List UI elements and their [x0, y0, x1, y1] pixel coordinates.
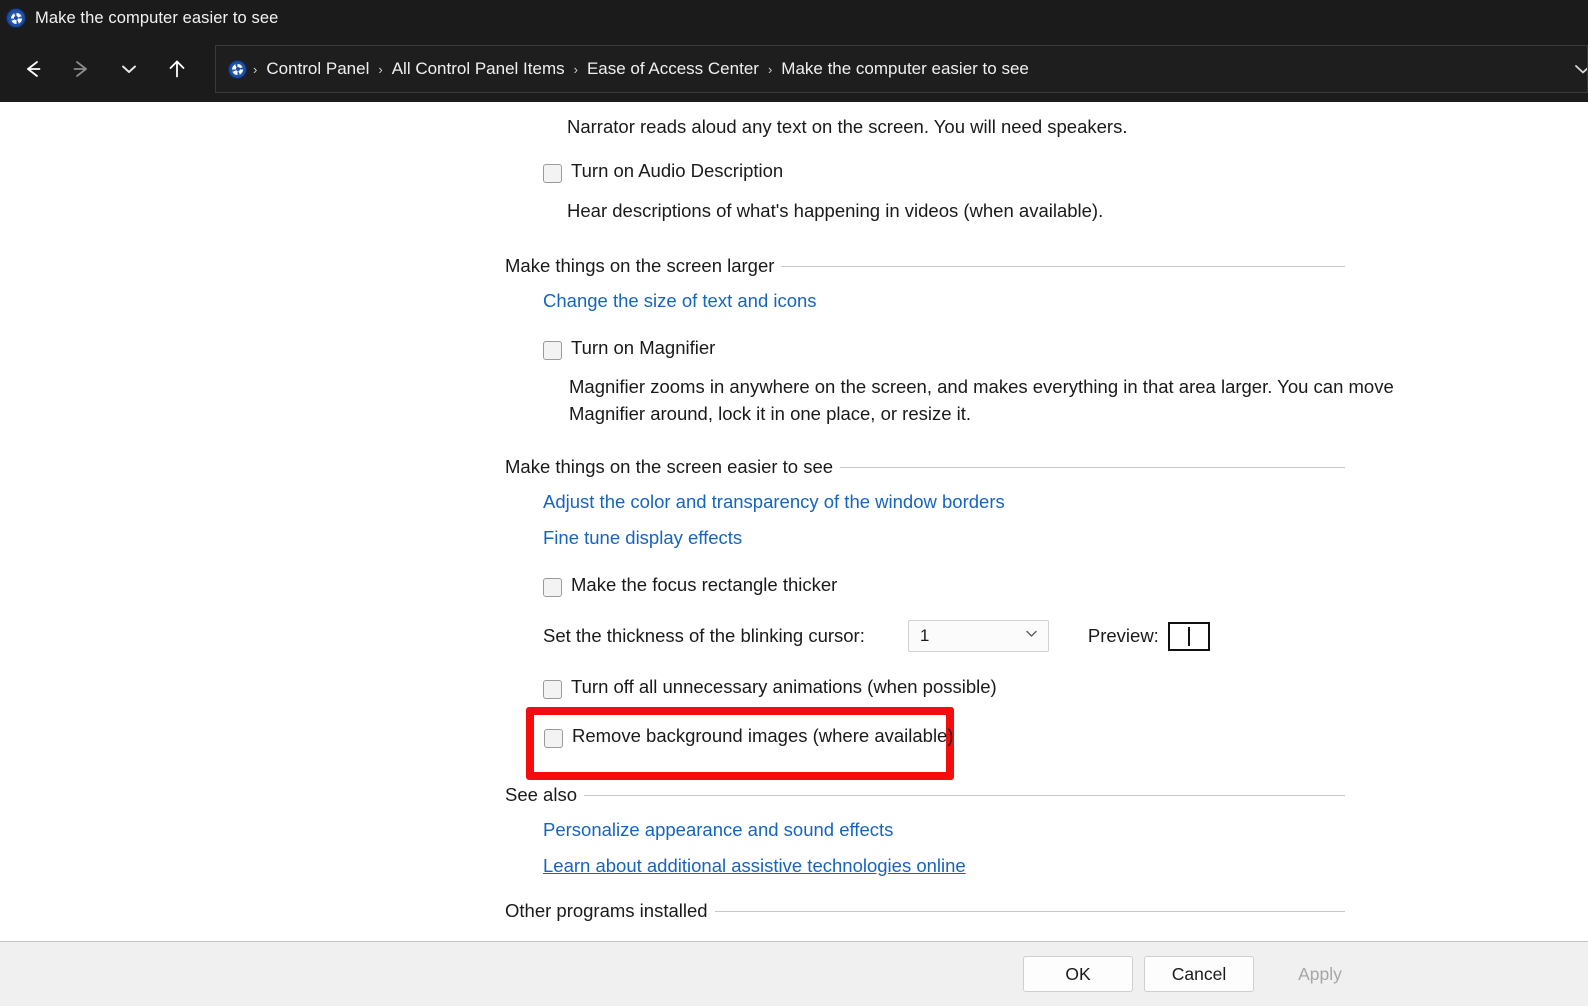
navigation-bar: › Control Panel › All Control Panel Item…	[0, 36, 1588, 102]
turn-off-animations-checkbox[interactable]	[543, 680, 562, 699]
dialog-footer: OK Cancel Apply	[0, 941, 1588, 1006]
breadcrumb-separator-1: ›	[378, 61, 383, 77]
breadcrumb-item-ease-of-access-center[interactable]: Ease of Access Center	[582, 57, 764, 81]
audio-description-checkbox-row[interactable]: Turn on Audio Description	[543, 160, 783, 183]
focus-rectangle-checkbox-row[interactable]: Make the focus rectangle thicker	[543, 574, 837, 597]
breadcrumb-item-control-panel[interactable]: Control Panel	[261, 57, 374, 81]
group-header-see-also: See also	[505, 784, 1345, 806]
breadcrumb-separator-2: ›	[573, 61, 578, 77]
link-personalize-appearance-and-sound[interactable]: Personalize appearance and sound effects	[543, 819, 893, 841]
magnifier-help-line-1: Magnifier zooms in anywhere on the scree…	[569, 376, 1394, 397]
chevron-down-icon	[1024, 626, 1039, 646]
remove-background-images-label: Remove background images (where availabl…	[572, 725, 954, 746]
cursor-thickness-row: Set the thickness of the blinking cursor…	[543, 620, 1210, 652]
link-change-size-of-text-and-icons[interactable]: Change the size of text and icons	[543, 290, 817, 312]
cursor-thickness-label: Set the thickness of the blinking cursor…	[543, 625, 865, 646]
breadcrumb-separator-3: ›	[767, 61, 773, 77]
group-header-label: Make things on the screen easier to see	[505, 456, 834, 477]
settings-content-panel: Narrator reads aloud any text on the scr…	[0, 102, 1588, 941]
group-header-rule	[840, 466, 1345, 468]
breadcrumb-ease-of-access-icon[interactable]	[228, 59, 247, 79]
cursor-caret	[1188, 626, 1190, 646]
magnifier-help-line-2: Magnifier around, lock it in one place, …	[569, 403, 972, 424]
group-header-label: See also	[505, 784, 577, 805]
group-header-label: Other programs installed	[505, 900, 708, 921]
group-header-label: Make things on the screen larger	[505, 255, 775, 276]
audio-description-help-text: Hear descriptions of what's happening in…	[567, 200, 1104, 221]
group-header-make-things-easier-to-see: Make things on the screen easier to see	[505, 456, 1345, 478]
remove-background-images-checkbox[interactable]	[544, 729, 563, 748]
focus-rectangle-checkbox[interactable]	[543, 578, 562, 597]
cancel-button[interactable]: Cancel	[1144, 956, 1254, 992]
chevron-down-icon[interactable]	[105, 47, 153, 91]
magnifier-checkbox[interactable]	[543, 341, 562, 360]
link-learn-about-assistive-technologies[interactable]: Learn about additional assistive technol…	[543, 855, 966, 877]
preview-label: Preview:	[1087, 625, 1159, 646]
breadcrumb-item-all-control-panel-items[interactable]: All Control Panel Items	[387, 57, 570, 81]
breadcrumb-overflow-chevron-down-icon[interactable]	[1573, 59, 1587, 79]
magnifier-checkbox-row[interactable]: Turn on Magnifier	[543, 337, 715, 360]
forward-arrow-icon[interactable]	[57, 47, 105, 91]
group-header-other-programs-installed: Other programs installed	[505, 900, 1345, 922]
back-arrow-icon[interactable]	[9, 47, 57, 91]
group-header-make-things-larger: Make things on the screen larger	[505, 255, 1345, 277]
cursor-preview-box	[1167, 621, 1210, 651]
cursor-thickness-value: 1	[919, 626, 930, 645]
narrator-description-text: Narrator reads aloud any text on the scr…	[567, 116, 1128, 137]
group-header-rule	[781, 265, 1345, 267]
window-title: Make the computer easier to see	[35, 8, 279, 27]
focus-rectangle-label: Make the focus rectangle thicker	[571, 574, 838, 595]
ok-button[interactable]: OK	[1023, 956, 1133, 992]
group-header-rule	[714, 910, 1345, 912]
apply-button: Apply	[1265, 956, 1375, 992]
link-adjust-color-and-transparency[interactable]: Adjust the color and transparency of the…	[543, 491, 1005, 513]
turn-off-animations-label: Turn off all unnecessary animations (whe…	[571, 676, 997, 697]
remove-background-images-checkbox-row[interactable]: Remove background images (where availabl…	[544, 725, 954, 748]
cursor-thickness-dropdown[interactable]: 1	[907, 620, 1049, 652]
up-arrow-icon[interactable]	[153, 47, 201, 91]
title-bar: Make the computer easier to see	[0, 0, 1588, 36]
link-fine-tune-display-effects[interactable]: Fine tune display effects	[543, 527, 742, 549]
audio-description-label: Turn on Audio Description	[571, 160, 784, 181]
breadcrumb-item-current-page[interactable]: Make the computer easier to see	[776, 57, 1034, 81]
ease-of-access-icon	[6, 8, 26, 28]
breadcrumb[interactable]: › Control Panel › All Control Panel Item…	[215, 45, 1588, 93]
magnifier-label: Turn on Magnifier	[571, 337, 716, 358]
group-header-rule	[584, 794, 1345, 796]
audio-description-checkbox[interactable]	[543, 164, 562, 183]
turn-off-animations-checkbox-row[interactable]: Turn off all unnecessary animations (whe…	[543, 676, 997, 699]
breadcrumb-separator-0: ›	[253, 61, 258, 77]
